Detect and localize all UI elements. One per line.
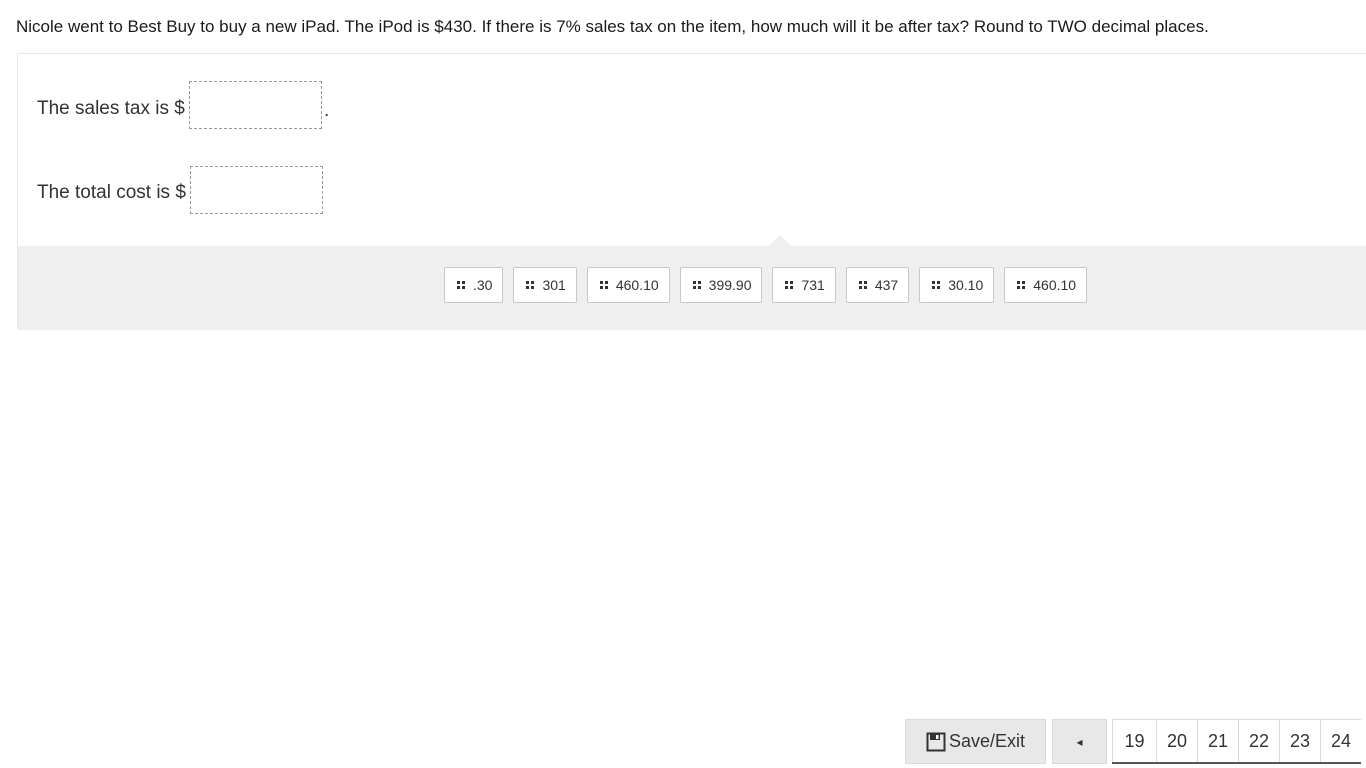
token-list: .30 301 460.10 399.90 731 437 30.10 460.…: [444, 267, 1088, 303]
drag-handle-icon: [932, 281, 941, 289]
token-label: 301: [542, 277, 566, 293]
previous-button[interactable]: ◂: [1052, 719, 1107, 764]
sales-tax-drop-zone[interactable]: [189, 81, 322, 129]
tray-pointer: [769, 235, 791, 246]
token-label: 437: [874, 277, 899, 293]
drag-handle-icon: [599, 281, 608, 289]
page-link[interactable]: 24: [1320, 720, 1361, 762]
drag-token[interactable]: 460.10: [1004, 267, 1088, 303]
drag-handle-icon: [858, 281, 867, 289]
total-cost-drop-zone[interactable]: [190, 166, 323, 214]
drag-handle-icon: [457, 281, 465, 289]
page-link[interactable]: 19: [1112, 720, 1156, 762]
drag-handle-icon: [785, 281, 794, 289]
token-label: 460.10: [1033, 277, 1077, 293]
drag-token[interactable]: 399.90: [679, 267, 763, 303]
drag-token[interactable]: 460.10: [586, 267, 670, 303]
drag-token[interactable]: 437: [845, 267, 910, 303]
question-text: Nicole went to Best Buy to buy a new iPa…: [16, 17, 1209, 36]
drag-token[interactable]: 731: [772, 267, 836, 303]
token-tray: .30 301 460.10 399.90 731 437 30.10 460.…: [18, 235, 1366, 330]
answer-panel: The sales tax is $ . The total cost is $…: [17, 53, 1366, 330]
page-link[interactable]: 21: [1197, 720, 1238, 762]
save-exit-button[interactable]: Save/Exit: [905, 719, 1046, 764]
drag-handle-icon: [692, 281, 701, 289]
page-navigation: 19 20 21 22 23 24: [1112, 719, 1361, 764]
drag-token[interactable]: .30: [444, 267, 504, 303]
token-label: 460.10: [615, 277, 659, 293]
left-arrow-icon: ◂: [1076, 734, 1083, 749]
drag-handle-icon: [526, 281, 535, 289]
token-label: 30.10: [948, 277, 984, 293]
sales-tax-label: The sales tax is $: [37, 98, 185, 119]
page-link[interactable]: 22: [1238, 720, 1279, 762]
save-icon: [926, 732, 946, 751]
drag-token[interactable]: 301: [513, 267, 577, 303]
drag-token[interactable]: 30.10: [919, 267, 995, 303]
save-exit-label: Save/Exit: [948, 731, 1026, 751]
page-link[interactable]: 20: [1156, 720, 1197, 762]
token-label: .30: [473, 277, 493, 293]
total-cost-label: The total cost is $: [37, 182, 186, 203]
period-text: .: [324, 100, 330, 121]
token-label: 731: [801, 277, 825, 293]
page-link[interactable]: 23: [1279, 720, 1320, 762]
drag-handle-icon: [1017, 281, 1026, 289]
token-label: 399.90: [708, 277, 752, 293]
